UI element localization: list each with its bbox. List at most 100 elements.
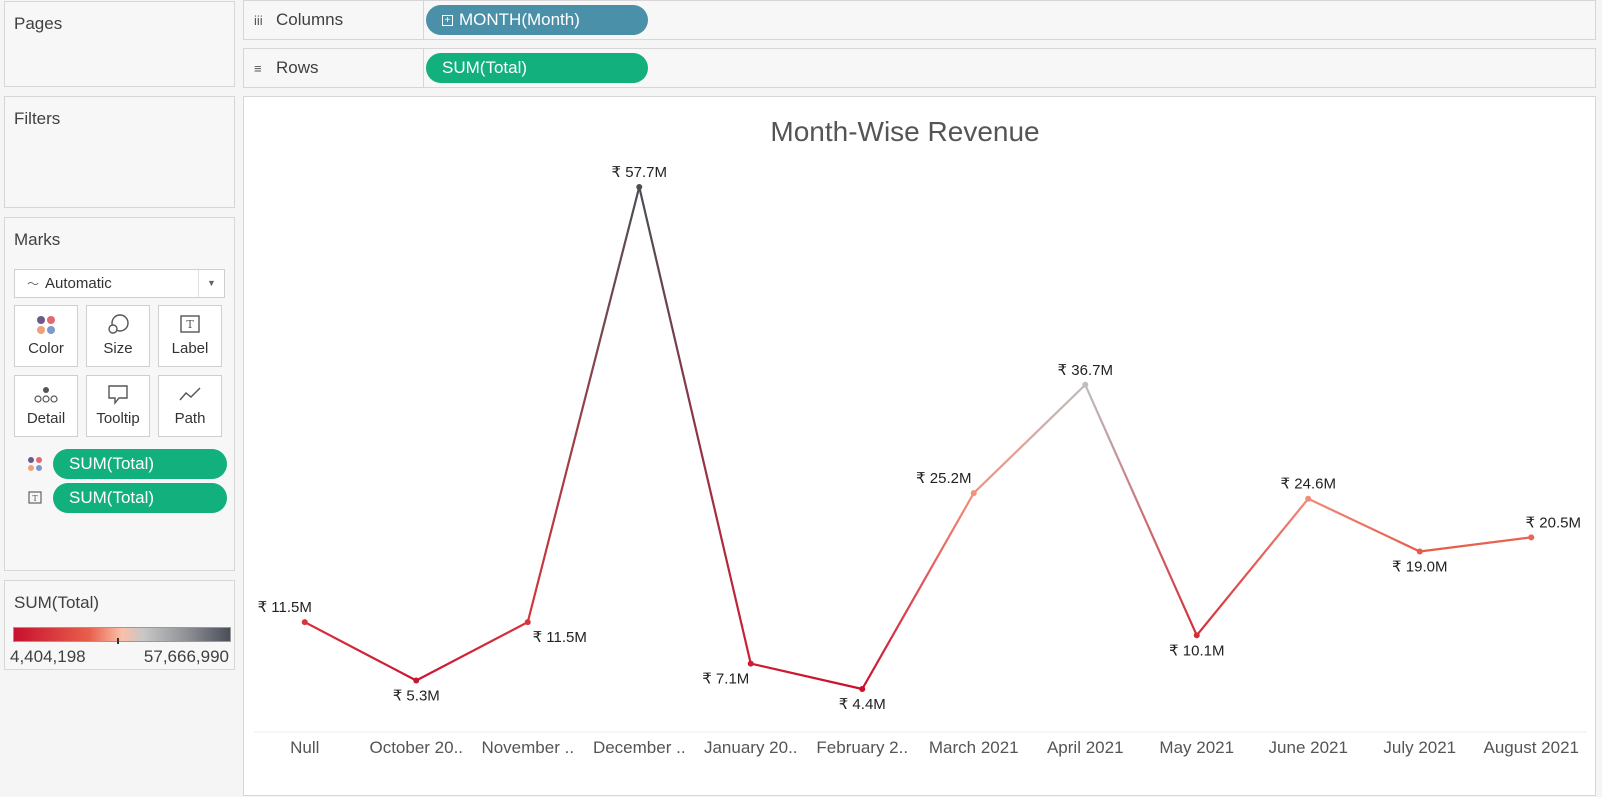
legend-max-value: 57,666,990 [143,647,229,666]
data-label: ₹ 10.1M [1169,642,1224,659]
line-segment [415,621,529,682]
color-icon [15,306,77,336]
rows-label-text: Rows [276,58,319,77]
svg-text:T: T [186,318,194,331]
color-gradient-bar [13,627,231,642]
data-label: ₹ 7.1M [702,671,749,688]
line-segment [1195,498,1310,637]
columns-shelf-label: iii Columns [244,1,424,39]
data-label: ₹ 20.5M [1526,514,1581,531]
data-point[interactable] [301,619,308,626]
mark-type-dropdown[interactable]: 〜 Automatic ▼ [14,269,225,298]
x-tick-label: March 2021 [929,738,1019,757]
data-point[interactable] [970,490,977,497]
columns-shelf[interactable]: iii Columns + MONTH(Month) [243,0,1596,40]
pages-card[interactable]: Pages [4,1,235,87]
color-legend-card[interactable]: SUM(Total) 4,404,198 57,666,990 [4,580,235,670]
path-button[interactable]: Path [158,375,222,437]
color-button[interactable]: Color [14,305,78,367]
x-tick-label: December .. [593,738,686,757]
x-tick-label: October 20.. [369,738,463,757]
tooltip-button-label: Tooltip [96,410,140,427]
columns-label-text: Columns [276,10,344,29]
data-label: ₹ 4.4M [839,696,886,713]
line-segments [304,186,1532,691]
x-axis-tick-labels: Null October 20.. November .. December .. Ja… [290,738,1579,757]
mark-type-value: Automatic [45,275,112,292]
legend-min-value: 4,404,198 [10,647,86,666]
data-point[interactable] [1082,381,1089,388]
x-tick-label: July 2021 [1383,738,1456,757]
rows-shelf[interactable]: ≡ Rows SUM(Total) [243,48,1596,88]
size-icon [87,306,149,336]
data-label: ₹ 5.3M [393,688,440,705]
data-point[interactable] [524,619,531,626]
color-encoding-icon [27,456,43,472]
label-sum-total-pill[interactable]: SUM(Total) [53,483,227,513]
data-label: ₹ 19.0M [1392,558,1447,575]
size-button[interactable]: Size [86,305,150,367]
line-chart: Month-Wise Revenue ₹ 11.5M₹ 5.3M₹ 11.5M₹… [254,116,1587,757]
data-label: ₹ 24.6M [1281,476,1336,493]
x-tick-label: May 2021 [1159,738,1234,757]
legend-midpoint-marker [117,638,119,644]
svg-text:T: T [32,494,38,503]
color-sum-total-pill[interactable]: SUM(Total) [53,449,227,479]
data-label: ₹ 11.5M [533,629,587,646]
month-column-pill-label: MONTH(Month) [459,10,580,29]
line-segment [638,186,752,664]
data-point[interactable] [1193,632,1200,639]
data-points [301,184,1535,692]
columns-icon: iii [254,12,263,28]
label-encoding-icon: T [27,490,43,506]
chart-title: Month-Wise Revenue [770,116,1039,147]
filters-card[interactable]: Filters [4,96,235,208]
x-tick-label: April 2021 [1047,738,1124,757]
data-point[interactable] [636,184,643,190]
line-segment [526,186,641,623]
label-button[interactable]: T Label [158,305,222,367]
sum-total-row-pill[interactable]: SUM(Total) [426,53,648,83]
path-button-label: Path [174,410,206,427]
chart-view[interactable]: Month-Wise Revenue ₹ 11.5M ₹ 5.3M ₹ 11.5M ₹… [243,96,1596,796]
text-label-icon: T [159,306,221,336]
label-button-label: Label [171,340,209,357]
data-label: ₹ 36.7M [1058,362,1113,379]
data-point[interactable] [747,660,754,667]
data-label: ₹ 57.7M [612,164,667,181]
label-encoding-row: T SUM(Total) [27,483,227,513]
data-point[interactable] [1528,534,1535,541]
x-tick-label: November .. [481,738,574,757]
x-tick-label: January 20.. [704,738,798,757]
expand-plus-icon[interactable]: + [442,14,453,26]
line-segment [1419,536,1532,553]
tooltip-button[interactable]: Tooltip [86,375,150,437]
data-label: ₹ 25.2M [916,470,971,487]
rows-icon: ≡ [254,60,262,76]
path-icon [159,376,221,406]
marks-card: Marks 〜 Automatic ▼ Color Size T Label D… [4,217,235,571]
data-point[interactable] [1305,495,1312,502]
chevron-down-icon[interactable]: ▼ [198,270,224,297]
data-labels: ₹ 11.5M ₹ 5.3M ₹ 11.5M ₹ 57.7M ₹ 7.1M ₹ 4.4M ₹… [258,164,1581,713]
data-point[interactable] [413,677,420,684]
data-point[interactable] [859,686,866,692]
line-segment [1307,497,1421,553]
x-tick-label: Null [290,738,319,757]
pages-title: Pages [14,14,63,33]
detail-icon [15,376,77,406]
line-segment [750,662,863,691]
detail-button[interactable]: Detail [14,375,78,437]
tooltip-icon [87,376,149,406]
size-button-label: Size [103,340,133,357]
data-point[interactable] [1416,548,1423,555]
line-segment [304,621,417,682]
rows-shelf-label: ≡ Rows [244,49,424,87]
month-column-pill[interactable]: + MONTH(Month) [426,5,648,35]
color-encoding-row: SUM(Total) [27,449,227,479]
x-tick-label: August 2021 [1484,738,1579,757]
data-label: ₹ 11.5M [258,599,312,616]
marks-title: Marks [14,230,61,249]
x-tick-label: June 2021 [1269,738,1348,757]
line-segment [972,383,1087,494]
